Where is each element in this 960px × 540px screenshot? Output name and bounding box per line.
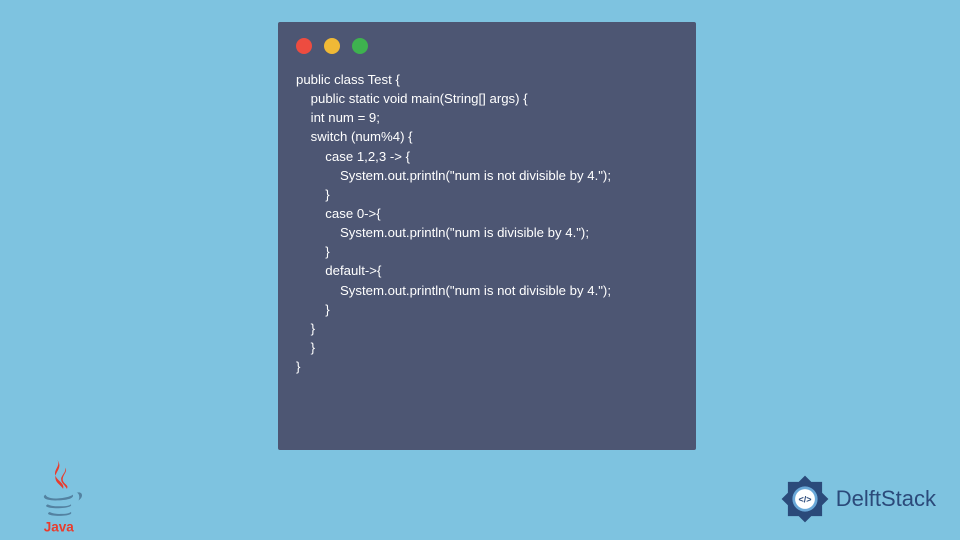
- java-label-text: Java: [44, 519, 75, 533]
- window-controls: [278, 22, 696, 62]
- window-dot-red: [296, 38, 312, 54]
- delftstack-logo: </> DelftStack: [778, 472, 936, 526]
- delftstack-icon: </>: [778, 472, 832, 526]
- svg-text:</>: </>: [798, 495, 811, 505]
- java-icon: Java: [36, 456, 94, 533]
- code-content: public class Test { public static void m…: [278, 62, 696, 384]
- java-logo: Java: [36, 456, 94, 528]
- window-dot-yellow: [324, 38, 340, 54]
- window-dot-green: [352, 38, 368, 54]
- code-window: public class Test { public static void m…: [278, 22, 696, 450]
- delftstack-label: DelftStack: [836, 486, 936, 512]
